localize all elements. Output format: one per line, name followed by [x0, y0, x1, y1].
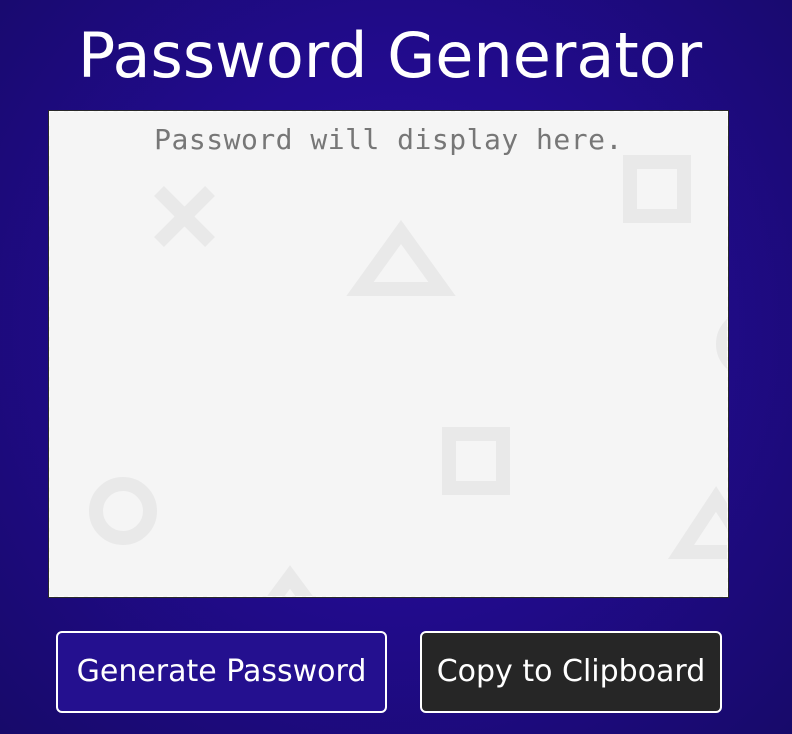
- password-placeholder: Password will display here.: [154, 123, 623, 156]
- background-pattern: [89, 155, 727, 596]
- copy-to-clipboard-button[interactable]: Copy to Clipboard: [420, 631, 722, 713]
- triangle-icon: [267, 565, 313, 596]
- triangle-icon: [346, 220, 456, 296]
- password-display[interactable]: Password will display here.: [48, 110, 729, 598]
- circle-icon: [89, 477, 157, 545]
- square-icon: [442, 427, 510, 495]
- generate-password-button[interactable]: Generate Password: [56, 631, 387, 713]
- page-title: Password Generator: [77, 19, 703, 92]
- circle-icon: [716, 318, 727, 370]
- cross-icon: [154, 186, 215, 247]
- square-icon: [623, 155, 691, 223]
- triangle-icon: [667, 486, 727, 559]
